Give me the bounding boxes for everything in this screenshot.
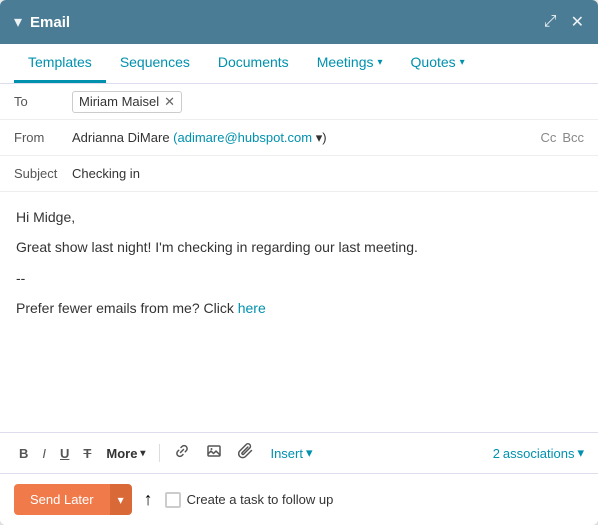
body-line4-prefix: Prefer fewer emails from me? Click bbox=[16, 300, 238, 316]
bcc-button[interactable]: Bcc bbox=[562, 130, 584, 145]
more-button[interactable]: More ▾ bbox=[100, 442, 151, 465]
email-modal: ▾ Email ⤢ ✕ Templates Sequences Document… bbox=[0, 0, 598, 525]
subject-field-value[interactable]: Checking in bbox=[72, 166, 584, 181]
bold-button[interactable]: B bbox=[14, 442, 33, 465]
tab-documents[interactable]: Documents bbox=[204, 44, 303, 83]
cc-bcc-buttons: Cc Bcc bbox=[540, 130, 584, 145]
form-area: To Miriam Maisel ✕ From Adrianna DiMare … bbox=[0, 84, 598, 525]
send-button-group: Send Later ▾ bbox=[14, 484, 132, 515]
insert-button[interactable]: Insert ▾ bbox=[264, 441, 318, 465]
underline-button[interactable]: U bbox=[55, 442, 74, 465]
close-icon[interactable]: ✕ bbox=[571, 12, 584, 32]
tab-templates[interactable]: Templates bbox=[14, 44, 106, 83]
bottom-bar: Send Later ▾ ↑ Create a task to follow u… bbox=[0, 473, 598, 525]
attachment-icon bbox=[238, 443, 254, 459]
nav-tabs: Templates Sequences Documents Meetings ▾… bbox=[0, 44, 598, 84]
modal-title: Email bbox=[30, 14, 70, 31]
cc-button[interactable]: Cc bbox=[540, 130, 556, 145]
image-icon bbox=[206, 443, 222, 459]
cc-bcc-area: Cc Bcc bbox=[540, 130, 584, 145]
body-greeting: Hi Midge, bbox=[16, 206, 582, 228]
image-button[interactable] bbox=[200, 439, 228, 467]
subject-row: Subject Checking in bbox=[0, 156, 598, 192]
meetings-chevron-icon: ▾ bbox=[378, 57, 383, 68]
strikethrough-icon: T bbox=[83, 446, 91, 461]
from-row: From Adrianna DiMare (adimare@hubspot.co… bbox=[0, 120, 598, 156]
insert-label: Insert bbox=[270, 446, 303, 461]
to-row: To Miriam Maisel ✕ bbox=[0, 84, 598, 120]
from-email[interactable]: (adimare@hubspot.com bbox=[173, 130, 312, 145]
email-body[interactable]: Hi Midge, Great show last night! I'm che… bbox=[0, 192, 598, 432]
modal-header: ▾ Email ⤢ ✕ bbox=[0, 0, 598, 44]
quotes-chevron-icon: ▾ bbox=[460, 57, 465, 68]
associations-count: 2 bbox=[493, 446, 500, 461]
to-recipient-name: Miriam Maisel bbox=[79, 94, 159, 109]
subject-text: Checking in bbox=[72, 166, 140, 181]
body-separator: -- bbox=[16, 267, 582, 289]
from-label: From bbox=[14, 130, 72, 145]
toolbar: B I U T More ▾ bbox=[0, 432, 598, 473]
collapse-icon[interactable]: ▾ bbox=[14, 12, 22, 32]
task-follow-label: Create a task to follow up bbox=[187, 492, 334, 507]
to-label: To bbox=[14, 94, 72, 109]
to-field-value: Miriam Maisel ✕ bbox=[72, 91, 584, 113]
strikethrough-button[interactable]: T bbox=[78, 442, 96, 465]
from-field-value: Adrianna DiMare (adimare@hubspot.com ▾) bbox=[72, 130, 540, 146]
tab-quotes[interactable]: Quotes ▾ bbox=[397, 44, 479, 83]
send-dropdown-button[interactable]: ▾ bbox=[110, 484, 132, 515]
toolbar-separator-1 bbox=[159, 444, 160, 462]
tab-sequences[interactable]: Sequences bbox=[106, 44, 204, 83]
subject-label: Subject bbox=[14, 166, 72, 181]
associations-label: associations bbox=[503, 446, 575, 461]
tab-meetings[interactable]: Meetings ▾ bbox=[303, 44, 397, 83]
attachment-button[interactable] bbox=[232, 439, 260, 467]
from-email-end: ▾) bbox=[316, 130, 327, 145]
task-checkbox[interactable] bbox=[165, 492, 181, 508]
send-dropdown-arrow-icon: ▾ bbox=[118, 493, 124, 507]
associations-button[interactable]: 2 associations ▾ bbox=[493, 445, 584, 461]
cursor-pointer-icon: ↑ bbox=[144, 489, 153, 510]
more-label: More bbox=[106, 446, 137, 461]
from-name: Adrianna DiMare bbox=[72, 130, 170, 145]
associations-chevron-icon: ▾ bbox=[577, 445, 584, 461]
expand-icon[interactable]: ⤢ bbox=[544, 13, 557, 31]
italic-button[interactable]: I bbox=[37, 442, 51, 465]
header-right: ⤢ ✕ bbox=[544, 12, 584, 32]
to-remove-icon[interactable]: ✕ bbox=[164, 94, 175, 110]
body-line4: Prefer fewer emails from me? Click here bbox=[16, 297, 582, 319]
task-follow-area: Create a task to follow up bbox=[165, 492, 334, 508]
body-line2: Great show last night! I'm checking in r… bbox=[16, 236, 582, 258]
link-button[interactable] bbox=[168, 439, 196, 467]
send-later-button[interactable]: Send Later bbox=[14, 484, 110, 515]
body-line4-link[interactable]: here bbox=[238, 300, 266, 316]
header-left: ▾ Email bbox=[14, 12, 70, 32]
to-tag: Miriam Maisel ✕ bbox=[72, 91, 182, 113]
link-icon bbox=[174, 443, 190, 459]
more-chevron-icon: ▾ bbox=[140, 448, 145, 459]
insert-chevron-icon: ▾ bbox=[306, 445, 313, 461]
